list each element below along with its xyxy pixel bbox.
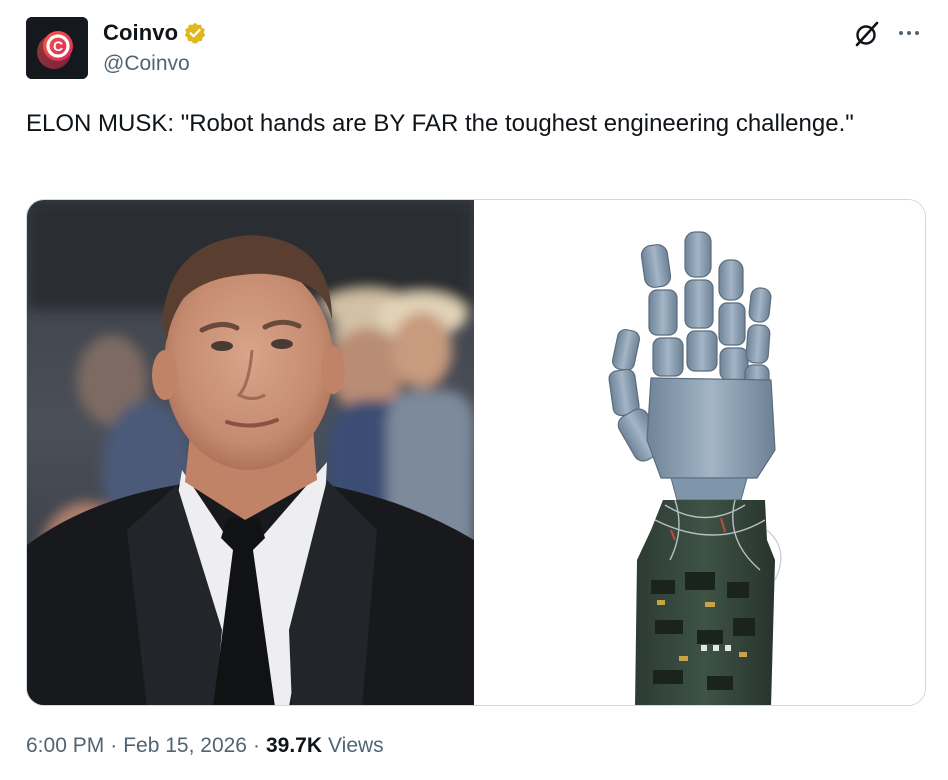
- views-label[interactable]: Views: [328, 734, 384, 758]
- verified-badge-icon: [184, 22, 206, 44]
- grok-icon[interactable]: [853, 20, 881, 48]
- coinvo-logo-icon[interactable]: C: [26, 17, 88, 79]
- svg-text:C: C: [53, 38, 63, 54]
- photo-elon-musk[interactable]: [27, 200, 474, 705]
- photo-robot-hand[interactable]: [475, 200, 925, 705]
- meta-separator-2: ·: [252, 734, 260, 757]
- meta-separator: ·: [110, 734, 118, 757]
- author-display-name[interactable]: Coinvo: [103, 20, 178, 46]
- tweet-card[interactable]: C Coinvo @Coinvo ELON MUSK: "Robot hands…: [0, 0, 948, 780]
- author-handle[interactable]: @Coinvo: [103, 52, 190, 76]
- author-name-row[interactable]: Coinvo: [103, 18, 206, 48]
- tweet-meta: 6:00 PM · Feb 15, 2026 · 39.7K Views: [26, 734, 384, 758]
- tweet-date[interactable]: Feb 15, 2026: [123, 734, 247, 758]
- more-options-icon[interactable]: [897, 21, 921, 45]
- media-grid: [26, 199, 926, 706]
- views-count[interactable]: 39.7K: [266, 734, 322, 758]
- tweet-time[interactable]: 6:00 PM: [26, 734, 104, 758]
- tweet-text: ELON MUSK: "Robot hands are BY FAR the t…: [26, 110, 854, 137]
